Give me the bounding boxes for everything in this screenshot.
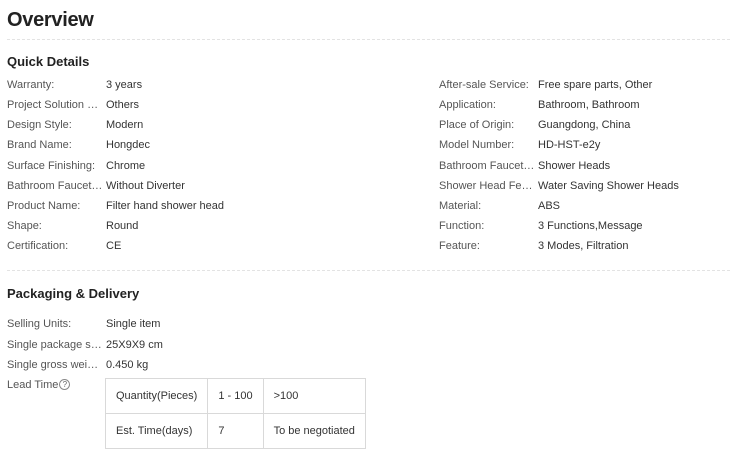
detail-value: Without Diverter — [106, 180, 185, 192]
detail-value: Round — [106, 220, 139, 232]
lead-time-text: Lead Time — [7, 379, 59, 391]
section-title-packaging: Packaging & Delivery — [7, 286, 140, 301]
detail-key: Design Style: — [7, 119, 72, 131]
detail-key: After-sale Service: — [439, 79, 529, 91]
detail-value: 3 Functions,Message — [538, 220, 643, 232]
detail-key: Surface Finishing: — [7, 160, 96, 172]
table-row: Quantity(Pieces) 1 - 100 >100 — [104, 378, 366, 414]
detail-key: Bathroom Faucet Accessories: — [439, 160, 536, 172]
table-cell: 1 - 100 — [207, 378, 264, 414]
divider — [7, 270, 730, 271]
detail-value: Free spare parts, Other — [538, 79, 653, 91]
table-cell: 7 — [207, 413, 264, 449]
packaging-key: Selling Units: — [7, 318, 72, 330]
detail-key: Feature: — [439, 240, 480, 252]
packaging-value: 0.450 kg — [106, 359, 149, 371]
detail-value: 3 years — [106, 79, 143, 91]
detail-value: Hongdec — [106, 139, 151, 151]
detail-value: HD-HST-e2y — [538, 139, 601, 151]
detail-key: Shower Head Feature: — [439, 180, 536, 192]
detail-value: Modern — [106, 119, 144, 131]
detail-value: ABS — [538, 200, 561, 212]
packaging-value: 25X9X9 cm — [106, 339, 163, 351]
detail-value: CE — [106, 240, 122, 252]
detail-key: Product Name: — [7, 200, 81, 212]
table-cell: To be negotiated — [262, 413, 366, 449]
detail-value: Others — [106, 99, 140, 111]
detail-value: Chrome — [106, 160, 146, 172]
lead-time-table: Quantity(Pieces) 1 - 100 >100 Est. Time(… — [104, 378, 366, 449]
packaging-value: Single item — [106, 318, 161, 330]
detail-key: Certification: — [7, 240, 69, 252]
page-title: Overview — [7, 9, 94, 31]
table-cell: Quantity(Pieces) — [104, 378, 209, 414]
detail-key: Brand Name: — [7, 139, 72, 151]
detail-key: Bathroom Faucet Style: — [7, 180, 104, 192]
detail-value: Guangdong, China — [538, 119, 631, 131]
lead-time-label: Lead Time? — [7, 379, 71, 391]
detail-key: Function: — [439, 220, 485, 232]
detail-key: Shape: — [7, 220, 42, 232]
detail-key: Warranty: — [7, 79, 55, 91]
table-cell: Est. Time(days) — [104, 413, 209, 449]
divider — [7, 39, 730, 40]
detail-value: Bathroom, Bathroom — [538, 99, 640, 111]
detail-value: Water Saving Shower Heads — [538, 180, 679, 192]
packaging-key: Single package size: — [7, 339, 104, 351]
detail-key: Application: — [439, 99, 496, 111]
help-icon[interactable]: ? — [59, 379, 71, 390]
table-row: Est. Time(days) 7 To be negotiated — [104, 413, 366, 449]
detail-value: 3 Modes, Filtration — [538, 240, 629, 252]
detail-value: Filter hand shower head — [106, 200, 225, 212]
detail-value: Shower Heads — [538, 160, 611, 172]
section-title-quick-details: Quick Details — [7, 54, 90, 69]
detail-key: Model Number: — [439, 139, 515, 151]
packaging-key: Single gross weight: — [7, 359, 104, 371]
detail-key: Place of Origin: — [439, 119, 515, 131]
detail-key: Material: — [439, 200, 482, 212]
detail-key: Project Solution Capability: — [7, 99, 104, 111]
table-cell: >100 — [262, 378, 366, 414]
